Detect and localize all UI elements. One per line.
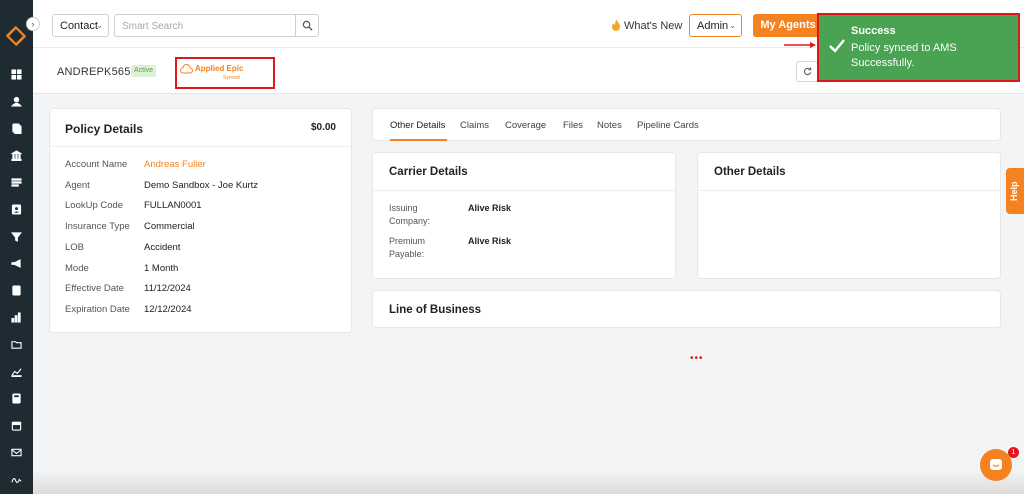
detail-value: 1 Month — [144, 263, 179, 274]
detail-label: Effective Date — [65, 283, 124, 294]
policy-details-card: Policy Details $0.00 Account Name Andrea… — [49, 108, 352, 333]
detail-value: Demo Sandbox - Joe Kurtz — [144, 180, 259, 191]
issuing-company-label: Issuing Company: — [389, 203, 431, 226]
policy-number: ANDREPK5656 — [57, 66, 137, 78]
detail-label: Account Name — [65, 159, 128, 170]
policy-details-title: Policy Details — [65, 122, 144, 136]
check-icon — [829, 39, 845, 53]
company-logo[interactable] — [5, 25, 27, 47]
detail-label: Agent — [65, 180, 90, 191]
help-tab[interactable]: Help — [1006, 168, 1024, 214]
policy-details-header: Policy Details $0.00 — [50, 109, 351, 147]
toast-title: Success — [851, 25, 896, 37]
list-icon[interactable] — [7, 175, 25, 189]
premium-payable-value: Alive Risk — [468, 236, 512, 246]
megaphone-icon[interactable] — [7, 256, 25, 270]
issuing-company-value: Alive Risk — [468, 203, 512, 213]
dashboard-icon[interactable] — [7, 67, 25, 81]
sync-status-label: Synced — [223, 75, 240, 81]
main-content: Policy Details $0.00 Account Name Andrea… — [33, 94, 1024, 494]
chevron-down-icon: ⌄ — [729, 21, 736, 30]
whats-new-link[interactable]: What's New — [611, 19, 682, 32]
loading-spinner-icon: ••• — [690, 353, 704, 364]
detail-label: Mode — [65, 263, 89, 274]
help-label: Help — [1009, 181, 1019, 201]
applied-epic-sync-indicator[interactable]: Applied Epic Synced — [175, 57, 275, 89]
tab-pipeline-cards[interactable]: Pipeline Cards — [637, 120, 699, 131]
tab-claims[interactable]: Claims — [460, 120, 489, 131]
calendar-icon[interactable] — [7, 418, 25, 432]
arrow-right-icon — [784, 42, 816, 48]
folder-icon[interactable] — [7, 337, 25, 351]
contact-type-select-value: Contact — [60, 20, 98, 32]
tab-files[interactable]: Files — [563, 120, 583, 131]
toast-message: Policy synced to AMS Successfully. — [851, 42, 957, 69]
detail-label: LookUp Code — [65, 200, 124, 211]
detail-label: Expiration Date — [65, 304, 130, 315]
detail-value: FULLAN0001 — [144, 200, 202, 211]
fire-icon — [612, 19, 620, 31]
active-tab-indicator — [390, 139, 447, 141]
detail-value: 12/12/2024 — [144, 304, 192, 315]
detail-label: LOB — [65, 242, 85, 253]
account-name-link[interactable]: Andreas Fuller — [144, 159, 206, 170]
premium-payable-label: Premium Payable: — [389, 236, 426, 259]
email-icon[interactable] — [7, 445, 25, 459]
tab-coverage[interactable]: Coverage — [505, 120, 546, 131]
contact-card-icon[interactable] — [7, 202, 25, 216]
detail-tabs: Other Details Claims Coverage Files Note… — [372, 108, 1001, 141]
whats-new-label: What's New — [624, 19, 683, 32]
detail-value: Commercial — [144, 221, 195, 232]
filter-icon[interactable] — [7, 229, 25, 243]
success-toast[interactable]: Success Policy synced to AMS Successfull… — [817, 13, 1020, 82]
other-details-card: Other Details — [697, 152, 1001, 279]
bottom-fade — [33, 470, 1024, 494]
search-button[interactable] — [295, 14, 319, 37]
detail-value: 11/12/2024 — [144, 283, 191, 294]
signature-icon[interactable] — [7, 472, 25, 486]
cloud-sync-icon — [180, 64, 193, 74]
document-icon[interactable] — [7, 283, 25, 297]
line-of-business-title: Line of Business — [389, 304, 482, 316]
chevron-down-icon: ⌄ — [96, 21, 103, 30]
reports-icon[interactable] — [7, 364, 25, 378]
refresh-button[interactable] — [796, 61, 818, 82]
tab-other-details[interactable]: Other Details — [390, 120, 445, 131]
analytics-icon[interactable] — [7, 310, 25, 324]
chat-notification-badge: 1 — [1008, 447, 1019, 458]
chat-icon — [990, 459, 1002, 470]
status-badge: Active — [131, 65, 157, 77]
other-details-title: Other Details — [714, 166, 786, 178]
search-input[interactable]: Smart Search — [114, 14, 296, 37]
calculator-icon[interactable] — [7, 391, 25, 405]
tab-notes[interactable]: Notes — [597, 120, 622, 131]
contacts-icon[interactable] — [7, 94, 25, 108]
detail-label: Insurance Type — [65, 221, 130, 232]
my-agents-button[interactable]: My Agents — [753, 14, 823, 37]
search-placeholder: Smart Search — [122, 21, 184, 32]
carrier-details-card: Carrier Details Issuing Company: Alive R… — [372, 152, 676, 279]
detail-value: Accident — [144, 242, 181, 253]
bank-icon[interactable] — [7, 148, 25, 162]
policies-icon[interactable] — [7, 121, 25, 135]
other-details-header: Other Details — [698, 153, 1000, 191]
role-select-value: Admin — [697, 20, 729, 32]
carrier-details-header: Carrier Details — [373, 153, 675, 191]
search-icon — [302, 20, 313, 31]
sidebar — [0, 0, 33, 494]
refresh-icon — [803, 67, 811, 76]
carrier-details-title: Carrier Details — [389, 166, 468, 178]
contact-type-select[interactable]: Contact ⌄ — [52, 14, 109, 37]
applied-epic-label: Applied Epic — [195, 64, 244, 73]
role-select[interactable]: Admin ⌄ — [689, 14, 742, 37]
sidebar-toggle-button[interactable]: › — [26, 17, 40, 31]
line-of-business-card: Line of Business — [372, 290, 1001, 328]
policy-amount: $0.00 — [310, 122, 336, 133]
